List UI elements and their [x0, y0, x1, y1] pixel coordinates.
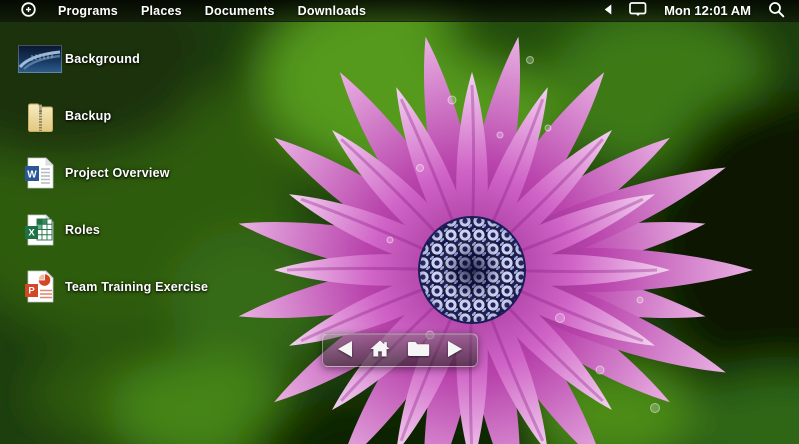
excel-spreadsheet-icon: X	[18, 213, 62, 246]
display-settings-button[interactable]	[629, 1, 647, 20]
navigation-dock	[322, 333, 478, 367]
desktop-icon-team-training-exercise[interactable]: P Team Training Exercise	[18, 258, 208, 315]
flower-center	[418, 216, 526, 324]
home-button[interactable]	[368, 338, 392, 362]
clock[interactable]: Mon 12:01 AM	[664, 3, 751, 18]
desktop-icon-list: Background Backup W Project Overview X R…	[18, 30, 208, 315]
desktop-icon-roles[interactable]: X Roles	[18, 201, 208, 258]
desktop-icon-label: Roles	[65, 222, 101, 237]
target-logo-icon	[20, 1, 37, 21]
svg-text:X: X	[28, 227, 35, 238]
desktop-icon-label: Team Training Exercise	[65, 279, 209, 294]
home-icon	[370, 340, 390, 360]
desktop-icon-backup[interactable]: Backup	[18, 87, 208, 144]
svg-text:W: W	[27, 169, 37, 180]
menu-programs[interactable]: Programs	[58, 4, 118, 18]
desktop-icon-background[interactable]: Background	[18, 30, 208, 87]
forward-triangle-icon	[446, 340, 463, 360]
powerpoint-presentation-icon: P	[18, 270, 62, 303]
zip-folder-icon	[18, 99, 62, 133]
image-thumbnail-icon	[18, 44, 62, 73]
menu-documents[interactable]: Documents	[205, 4, 275, 18]
word-document-icon: W	[18, 156, 62, 189]
menu-downloads[interactable]: Downloads	[298, 4, 366, 18]
desktop-icon-label: Project Overview	[65, 165, 170, 180]
svg-text:P: P	[28, 286, 35, 297]
desktop-icon-project-overview[interactable]: W Project Overview	[18, 144, 208, 201]
search-button[interactable]	[768, 1, 785, 21]
back-button[interactable]	[335, 339, 356, 362]
menu-bar: Programs Places Documents Downloads	[58, 4, 366, 18]
files-button[interactable]	[405, 339, 432, 362]
collapse-back-button[interactable]	[604, 3, 612, 18]
top-bar: Programs Places Documents Downloads Mon …	[0, 0, 799, 22]
menu-places[interactable]: Places	[141, 4, 182, 18]
folder-icon	[407, 341, 430, 360]
back-arrow-icon	[604, 3, 612, 18]
search-icon	[768, 1, 785, 21]
back-triangle-icon	[337, 340, 354, 360]
display-monitor-icon	[629, 1, 647, 20]
desktop-screen: Programs Places Documents Downloads Mon …	[0, 0, 799, 444]
desktop-icon-label: Backup	[65, 108, 112, 123]
forward-button[interactable]	[444, 339, 465, 362]
desktop-icon-label: Background	[65, 51, 140, 66]
system-logo-button[interactable]	[20, 1, 37, 21]
topbar-status-area: Mon 12:01 AM	[604, 1, 785, 21]
